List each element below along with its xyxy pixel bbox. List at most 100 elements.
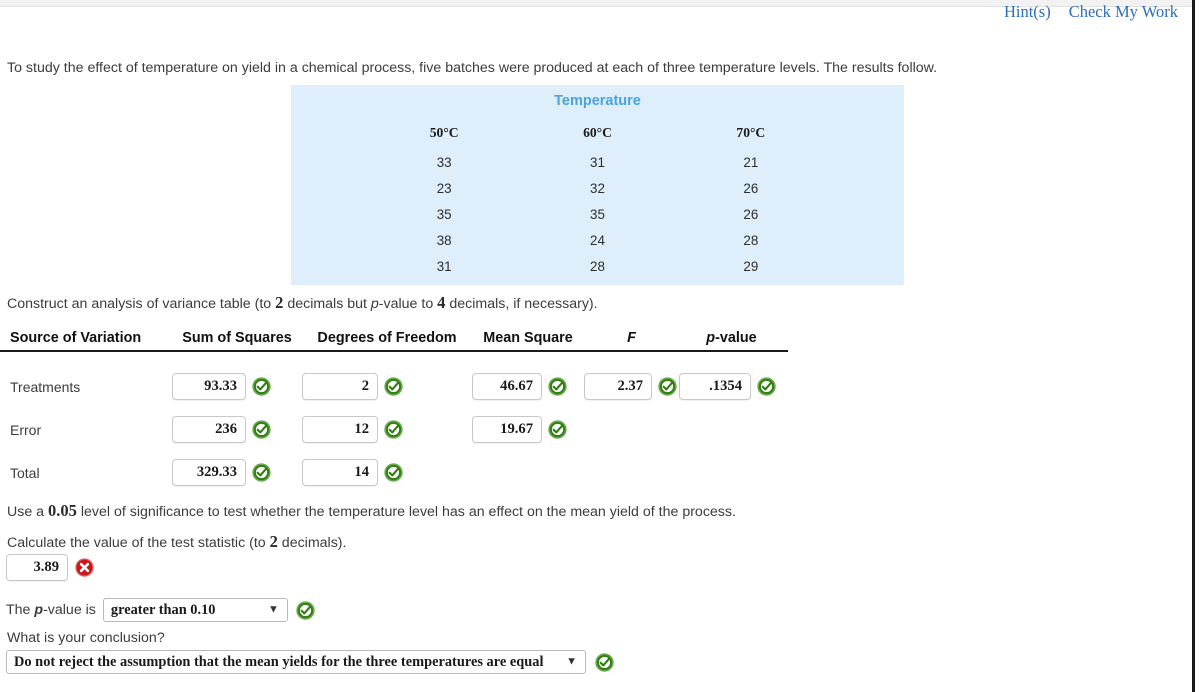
cell: 21 — [743, 154, 759, 170]
check-circle-green-icon — [251, 462, 272, 483]
cell: 31 — [436, 258, 452, 274]
conclusion-prompt: What is your conclusion? — [7, 630, 165, 646]
page-right-gap — [1195, 0, 1200, 692]
cell: 26 — [743, 206, 759, 222]
input-treatments-p-value[interactable] — [679, 373, 751, 400]
teststat-prompt-decimals: 2 — [269, 532, 278, 551]
anova-row-label-treatments: Treatments — [10, 378, 81, 395]
anova-row-total: Total — [0, 451, 788, 494]
data-table-title: Temperature — [554, 93, 641, 109]
construct-prompt-part3: -value to — [378, 296, 438, 312]
cell: 35 — [436, 206, 452, 222]
input-total-sum-of-squares[interactable] — [172, 459, 246, 486]
input-treatments-mean-square[interactable] — [472, 373, 542, 400]
cell: 33 — [436, 154, 452, 170]
significance-part1: Use a — [7, 504, 49, 520]
check-circle-green-icon — [251, 419, 272, 440]
input-error-sum-of-squares[interactable] — [172, 416, 246, 443]
anova-header-f: F — [584, 330, 679, 346]
anova-cell-total-df — [302, 459, 472, 486]
anova-header-sum-of-squares: Sum of Squares — [182, 330, 292, 346]
test-statistic-answer-group — [6, 554, 95, 581]
table-row: 38 24 28 — [368, 227, 828, 253]
anova-header-mean-square: Mean Square — [483, 330, 573, 346]
p-value-label-italic: p — [34, 602, 44, 618]
input-total-degrees-of-freedom[interactable] — [302, 459, 378, 486]
anova-cell-error-ss — [172, 416, 302, 443]
table-row: 23 32 26 — [368, 175, 828, 201]
anova-cell-total-ss — [172, 459, 302, 486]
anova-header-f-label: F — [627, 330, 636, 346]
column-header-50c: 50°C — [429, 125, 459, 140]
p-value-label-before: The — [6, 602, 35, 618]
anova-header-p-rest: -value — [715, 330, 757, 346]
anova-header-source: Source of Variation — [10, 330, 142, 346]
check-circle-green-icon — [594, 652, 615, 673]
column-header-60c: 60°C — [583, 125, 612, 140]
input-error-degrees-of-freedom[interactable] — [302, 416, 378, 443]
check-circle-green-icon — [547, 376, 568, 397]
anova-header-degrees-of-freedom: Degrees of Freedom — [317, 330, 457, 346]
check-circle-green-icon — [383, 462, 404, 483]
p-value-label-after: -value is — [43, 602, 96, 618]
problem-statement: To study the effect of temperature on yi… — [7, 60, 938, 76]
cell: 26 — [743, 180, 759, 196]
cell: 24 — [590, 232, 605, 248]
p-value-row: The p-value is greater than 0.10 ▼ — [6, 598, 316, 622]
check-circle-green-icon — [251, 376, 272, 397]
data-table-header-row: 50°C 60°C 70°C — [368, 122, 828, 149]
input-test-statistic[interactable] — [6, 554, 68, 581]
construct-anova-prompt: Construct an analysis of variance table … — [7, 292, 598, 314]
column-header-70c: 70°C — [736, 125, 766, 140]
check-circle-green-icon — [547, 419, 568, 440]
cell: 38 — [436, 232, 452, 248]
anova-cell-treatments-ms — [472, 373, 584, 400]
check-circle-green-icon — [295, 600, 316, 621]
significance-part2: level of significance to test whether th… — [76, 504, 736, 520]
anova-cell-treatments-ss — [172, 373, 302, 400]
anova-cell-treatments-df — [302, 373, 472, 400]
cell: 31 — [590, 154, 605, 170]
test-statistic-prompt: Calculate the value of the test statisti… — [7, 531, 346, 553]
anova-header-row: Source of Variation Sum of Squares Degre… — [0, 330, 788, 352]
table-row: 31 28 29 — [368, 253, 828, 279]
input-error-mean-square[interactable] — [472, 416, 542, 443]
anova-cell-treatments-p — [679, 373, 784, 400]
conclusion-row: Do not reject the assumption that the me… — [6, 650, 615, 674]
check-circle-green-icon — [657, 376, 678, 397]
p-value-select[interactable]: greater than 0.10 — [102, 598, 288, 622]
page-root: Hint(s) Check My Work To study the effec… — [0, 0, 1200, 692]
construct-prompt-p-italic: p — [370, 296, 379, 312]
anova-cell-treatments-f — [584, 373, 679, 400]
check-my-work-link[interactable]: Check My Work — [1069, 2, 1178, 22]
anova-header-p-italic: p — [706, 330, 716, 346]
significance-statement: Use a 0.05 level of significance to test… — [7, 500, 736, 522]
anova-row-label-error: Error — [10, 421, 42, 438]
anova-header-p-value: p-value — [679, 330, 784, 346]
check-circle-green-icon — [756, 376, 777, 397]
anova-table: Source of Variation Sum of Squares Degre… — [0, 330, 788, 494]
input-treatments-degrees-of-freedom[interactable] — [302, 373, 378, 400]
table-row: 35 35 26 — [368, 201, 828, 227]
anova-cell-error-ms — [472, 416, 584, 443]
conclusion-select-wrap: Do not reject the assumption that the me… — [6, 650, 586, 674]
anova-row-error: Error — [0, 408, 788, 451]
input-treatments-sum-of-squares[interactable] — [172, 373, 246, 400]
cell: 28 — [743, 232, 759, 248]
check-circle-green-icon — [383, 376, 404, 397]
construct-prompt-part2: decimals but — [283, 296, 371, 312]
teststat-prompt-part2: decimals). — [277, 535, 347, 551]
input-treatments-f[interactable] — [584, 373, 652, 400]
conclusion-select[interactable]: Do not reject the assumption that the me… — [6, 650, 586, 674]
temperature-data-table: Temperature 50°C 60°C 70°C 33 31 21 23 3… — [291, 85, 904, 285]
construct-prompt-part1: Construct an analysis of variance table … — [7, 296, 276, 312]
cell: 23 — [436, 180, 452, 196]
anova-cell-error-df — [302, 416, 472, 443]
cell: 35 — [590, 206, 605, 222]
cell: 32 — [590, 180, 605, 196]
x-circle-red-icon — [74, 557, 95, 578]
hints-link[interactable]: Hint(s) — [1004, 2, 1051, 22]
anova-row-label-total: Total — [10, 464, 40, 481]
anova-row-treatments: Treatments — [0, 365, 788, 408]
significance-level: 0.05 — [48, 501, 77, 520]
